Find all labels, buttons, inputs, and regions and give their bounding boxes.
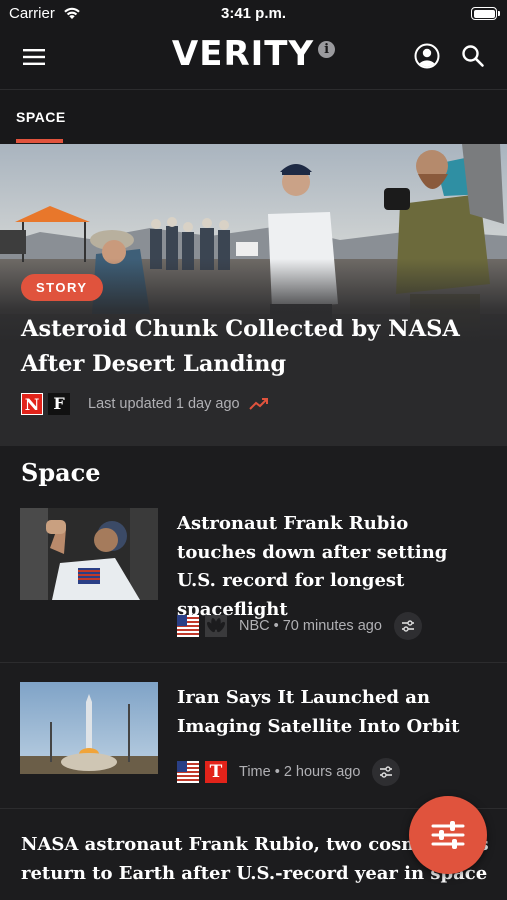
status-bar: Carrier 3:41 p.m. xyxy=(0,0,507,28)
divider xyxy=(0,662,507,663)
info-icon[interactable]: i xyxy=(318,41,336,58)
trending-up-icon xyxy=(248,398,268,410)
us-flag-icon xyxy=(177,615,199,637)
article-thumbnail xyxy=(20,508,158,600)
hero-meta: N F Last updated 1 day ago xyxy=(21,392,269,416)
article-source-time: Time • 2 hours ago xyxy=(239,764,361,780)
category-tabs: SPACE xyxy=(0,90,507,144)
compare-icon xyxy=(380,766,393,778)
article-meta: NBC • 70 minutes ago xyxy=(177,612,422,640)
article-source-time: NBC • 70 minutes ago xyxy=(239,618,382,634)
logo-text: VERITY xyxy=(171,34,315,74)
list-item[interactable]: Iran Says It Launched an Imaging Satelli… xyxy=(0,682,507,808)
article-thumbnail xyxy=(20,682,158,774)
time-logo-icon: T xyxy=(205,761,227,783)
clock: 3:41 p.m. xyxy=(220,5,287,22)
battery-icon xyxy=(471,7,500,20)
us-flag-icon xyxy=(177,761,199,783)
nbc-peacock-icon xyxy=(205,615,227,637)
hero-headline[interactable]: Asteroid Chunk Collected by NASA After D… xyxy=(21,312,491,382)
filter-fab-button[interactable] xyxy=(409,796,487,874)
source-logo-f: F xyxy=(48,393,70,415)
article-headline[interactable]: Iran Says It Launched an Imaging Satelli… xyxy=(177,684,492,741)
compare-button[interactable] xyxy=(393,612,422,640)
filter-sliders-icon xyxy=(431,821,465,849)
compare-icon xyxy=(401,620,414,632)
search-icon[interactable] xyxy=(460,43,486,69)
compare-button[interactable] xyxy=(372,758,401,786)
hero-updated-time: Last updated 1 day ago xyxy=(88,396,240,412)
list-item[interactable]: Astronaut Frank Rubio touches down after… xyxy=(0,508,507,662)
account-icon[interactable] xyxy=(413,42,441,70)
article-headline[interactable]: Astronaut Frank Rubio touches down after… xyxy=(177,510,492,624)
active-tab-indicator xyxy=(16,139,63,143)
tab-space[interactable]: SPACE xyxy=(16,109,66,125)
app-header: VERITY i xyxy=(0,28,507,90)
section-title: Space xyxy=(21,458,101,487)
story-badge: STORY xyxy=(21,274,103,301)
hero-story-card[interactable]: STORY Asteroid Chunk Collected by NASA A… xyxy=(0,144,507,446)
article-meta: T Time • 2 hours ago xyxy=(177,758,401,786)
source-logo-n: N xyxy=(21,393,43,415)
